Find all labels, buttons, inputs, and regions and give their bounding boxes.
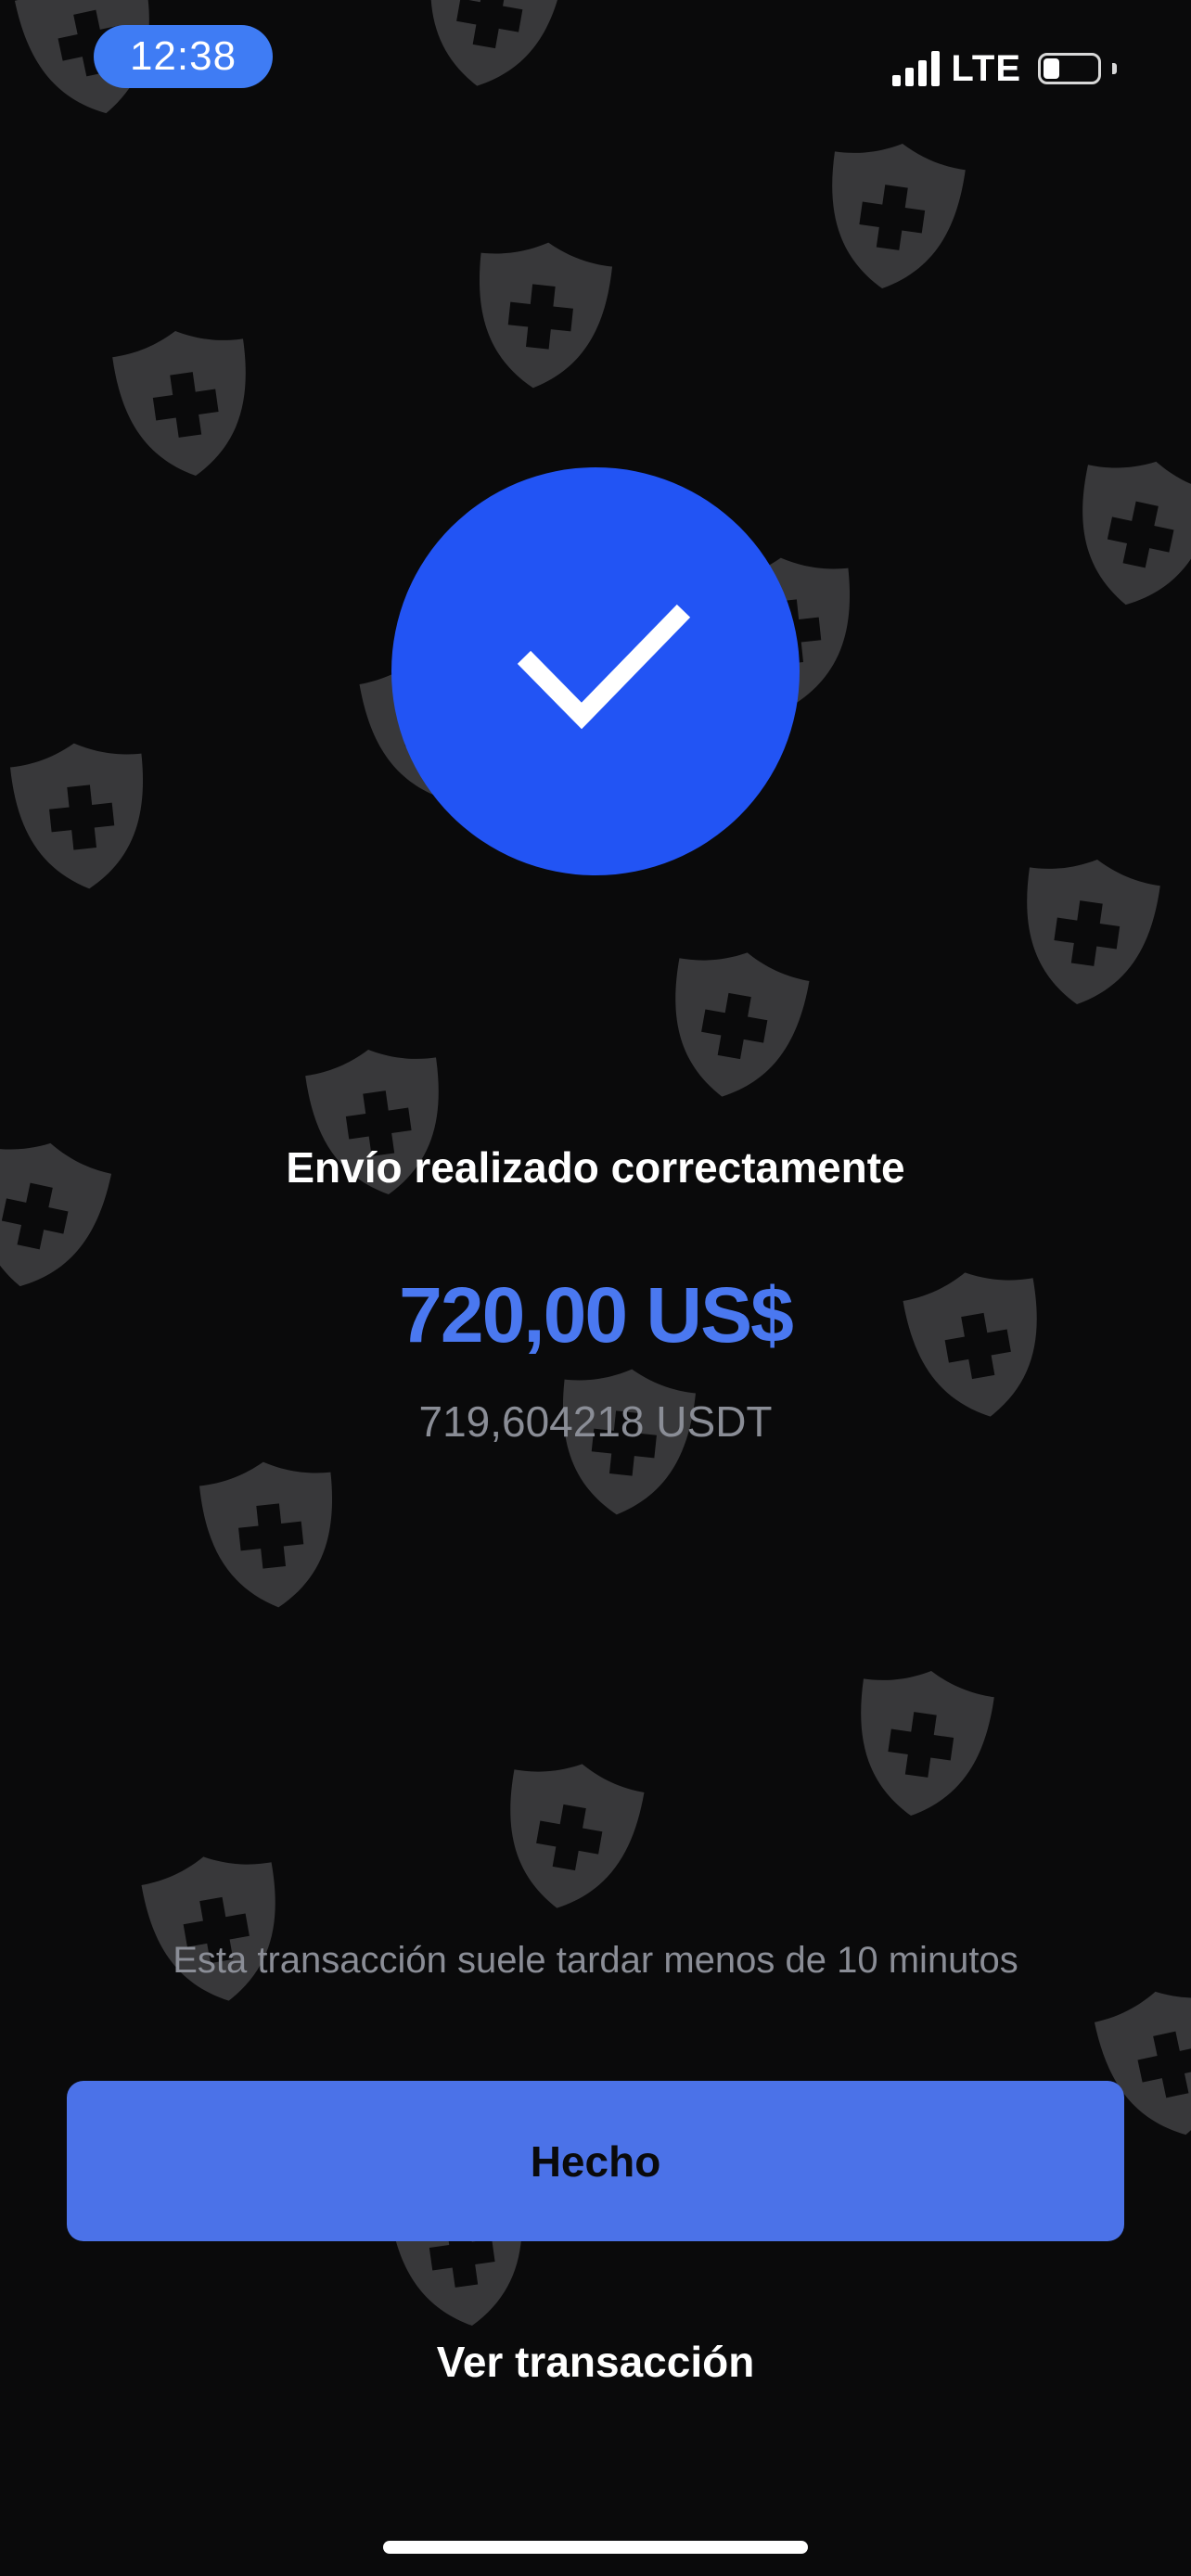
shield-plus-icon xyxy=(649,935,819,1116)
status-indicators: LTE xyxy=(892,41,1117,96)
battery-level xyxy=(1044,58,1059,79)
shield-plus-icon xyxy=(810,128,975,304)
amount-fiat: 720,00 US$ xyxy=(399,1271,794,1358)
shield-plus-icon xyxy=(484,1746,654,1927)
success-title: Envío realizado correctamente xyxy=(286,1143,905,1192)
home-indicator[interactable] xyxy=(383,2541,808,2554)
shield-plus-icon xyxy=(131,1839,301,2020)
shield-plus-icon xyxy=(191,1448,352,1620)
cellular-signal-icon xyxy=(892,51,941,86)
shield-plus-icon xyxy=(103,315,268,491)
shield-plus-icon xyxy=(839,1655,1004,1831)
network-type: LTE xyxy=(951,47,1021,89)
battery-tip xyxy=(1112,63,1117,74)
shield-plus-icon xyxy=(404,0,574,104)
view-transaction-link[interactable]: Ver transacción xyxy=(0,2337,1191,2387)
checkmark-icon xyxy=(517,604,691,730)
shield-plus-icon xyxy=(1054,441,1191,626)
eta-note: Esta transacción suele tardar menos de 1… xyxy=(173,1940,1018,1981)
send-success-screen: 12:38 LTE Envío realizado correctamente … xyxy=(0,0,1191,2576)
success-badge xyxy=(391,467,800,875)
done-button-label: Hecho xyxy=(530,2136,661,2186)
shield-plus-icon xyxy=(2,730,162,901)
shield-plus-icon xyxy=(461,229,621,401)
done-button[interactable]: Hecho xyxy=(67,2081,1124,2241)
battery-icon xyxy=(1038,53,1101,84)
status-time[interactable]: 12:38 xyxy=(94,25,273,88)
shield-plus-icon xyxy=(1005,844,1170,1020)
amount-crypto: 719,604218 USDT xyxy=(418,1397,773,1446)
